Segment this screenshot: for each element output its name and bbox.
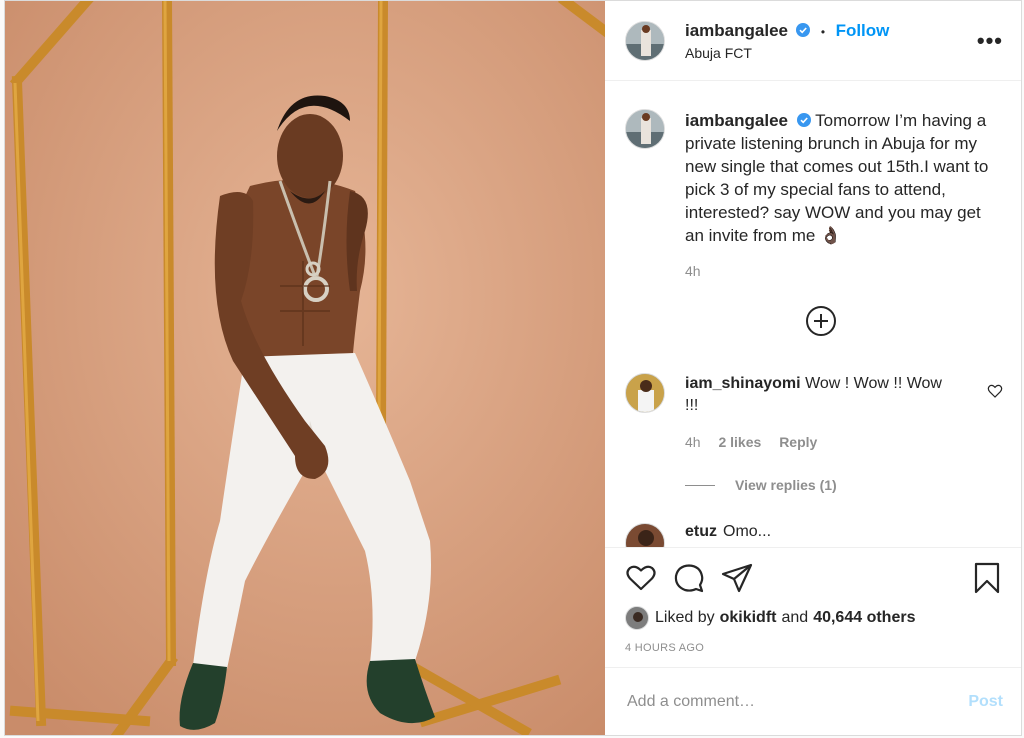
comment-bubble-icon[interactable] (673, 562, 705, 594)
commenter-username[interactable]: etuz (685, 523, 717, 547)
comments-scroll-area[interactable]: iambangalee Tomorrow I’m having a privat… (605, 81, 1021, 547)
caption-username[interactable]: iambangalee (685, 111, 788, 130)
header-text: iambangalee • Follow Abuja FCT (685, 21, 977, 61)
post-location[interactable]: Abuja FCT (685, 45, 977, 61)
caption-time[interactable]: 4h (685, 260, 1000, 283)
caption-avatar[interactable] (625, 109, 665, 149)
post-photo[interactable] (5, 1, 605, 735)
verified-badge-icon (796, 22, 811, 37)
view-replies-label: View replies (1) (735, 477, 837, 493)
comment-item: iam_shinayomi Wow ! Wow !! Wow !!! 4h 2 … (625, 373, 1003, 453)
comment-item: etuz Omo... (625, 523, 1003, 547)
post-comment-button[interactable]: Post (968, 693, 1003, 711)
comment-heart-icon[interactable] (987, 383, 1003, 399)
add-comment-input[interactable] (625, 691, 969, 712)
post-actions: Liked by okikidft and 40,644 others 4 HO… (605, 547, 1021, 667)
liked-by-and: and (781, 609, 809, 626)
commenter-avatar-image (626, 524, 664, 547)
post-side-panel: iambangalee • Follow Abuja FCT ••• iamba… (605, 1, 1021, 735)
liked-by-prefix: Liked by (655, 609, 715, 626)
author-avatar[interactable] (625, 20, 665, 61)
plus-circle-icon[interactable] (805, 305, 837, 337)
separator-dot: • (820, 24, 826, 39)
more-options-icon[interactable]: ••• (977, 28, 1003, 54)
load-more-wrap (625, 305, 1003, 337)
liker-avatar-image (626, 607, 648, 629)
reply-button[interactable]: Reply (779, 434, 817, 450)
liked-by: Liked by okikidft and 40,644 others (625, 606, 1003, 630)
add-comment-bar: Post (605, 667, 1021, 735)
view-replies-line (685, 484, 715, 486)
heart-icon[interactable] (625, 562, 657, 594)
liker-avatar[interactable] (625, 606, 649, 630)
action-icons (625, 562, 1003, 594)
view-replies-button[interactable]: View replies (1) (685, 477, 1003, 493)
follow-button[interactable]: Follow (836, 21, 890, 40)
verified-badge-icon (796, 113, 811, 127)
paper-plane-icon[interactable] (721, 562, 753, 594)
liked-by-user[interactable]: okikidft (720, 609, 777, 627)
commenter-avatar-image (626, 374, 664, 412)
bookmark-icon[interactable] (971, 562, 1003, 594)
comment-text: Omo... (723, 523, 772, 540)
commenter-avatar[interactable] (625, 373, 665, 413)
post-timestamp[interactable]: 4 HOURS AGO (625, 642, 1003, 654)
post-caption: iambangalee Tomorrow I’m having a privat… (625, 109, 1003, 283)
commenter-username[interactable]: iam_shinayomi (685, 375, 801, 392)
post-header: iambangalee • Follow Abuja FCT ••• (605, 1, 1021, 81)
instagram-post: iambangalee • Follow Abuja FCT ••• iamba… (4, 0, 1022, 736)
commenter-avatar[interactable] (625, 523, 665, 547)
comment-likes[interactable]: 2 likes (718, 434, 761, 450)
author-avatar-image (626, 21, 664, 60)
caption-avatar-image (626, 110, 664, 148)
post-photo-illustration (5, 1, 605, 735)
caption-text: Tomorrow I’m having a private listening … (685, 111, 989, 245)
comment-time[interactable]: 4h (685, 434, 701, 450)
likes-count[interactable]: 40,644 others (813, 609, 915, 627)
author-username[interactable]: iambangalee (685, 21, 788, 40)
comment-meta: 4h 2 likes Reply (685, 431, 955, 453)
comment-body: iam_shinayomi Wow ! Wow !! Wow !!! 4h 2 … (685, 373, 955, 453)
caption-body: iambangalee Tomorrow I’m having a privat… (685, 109, 1000, 283)
